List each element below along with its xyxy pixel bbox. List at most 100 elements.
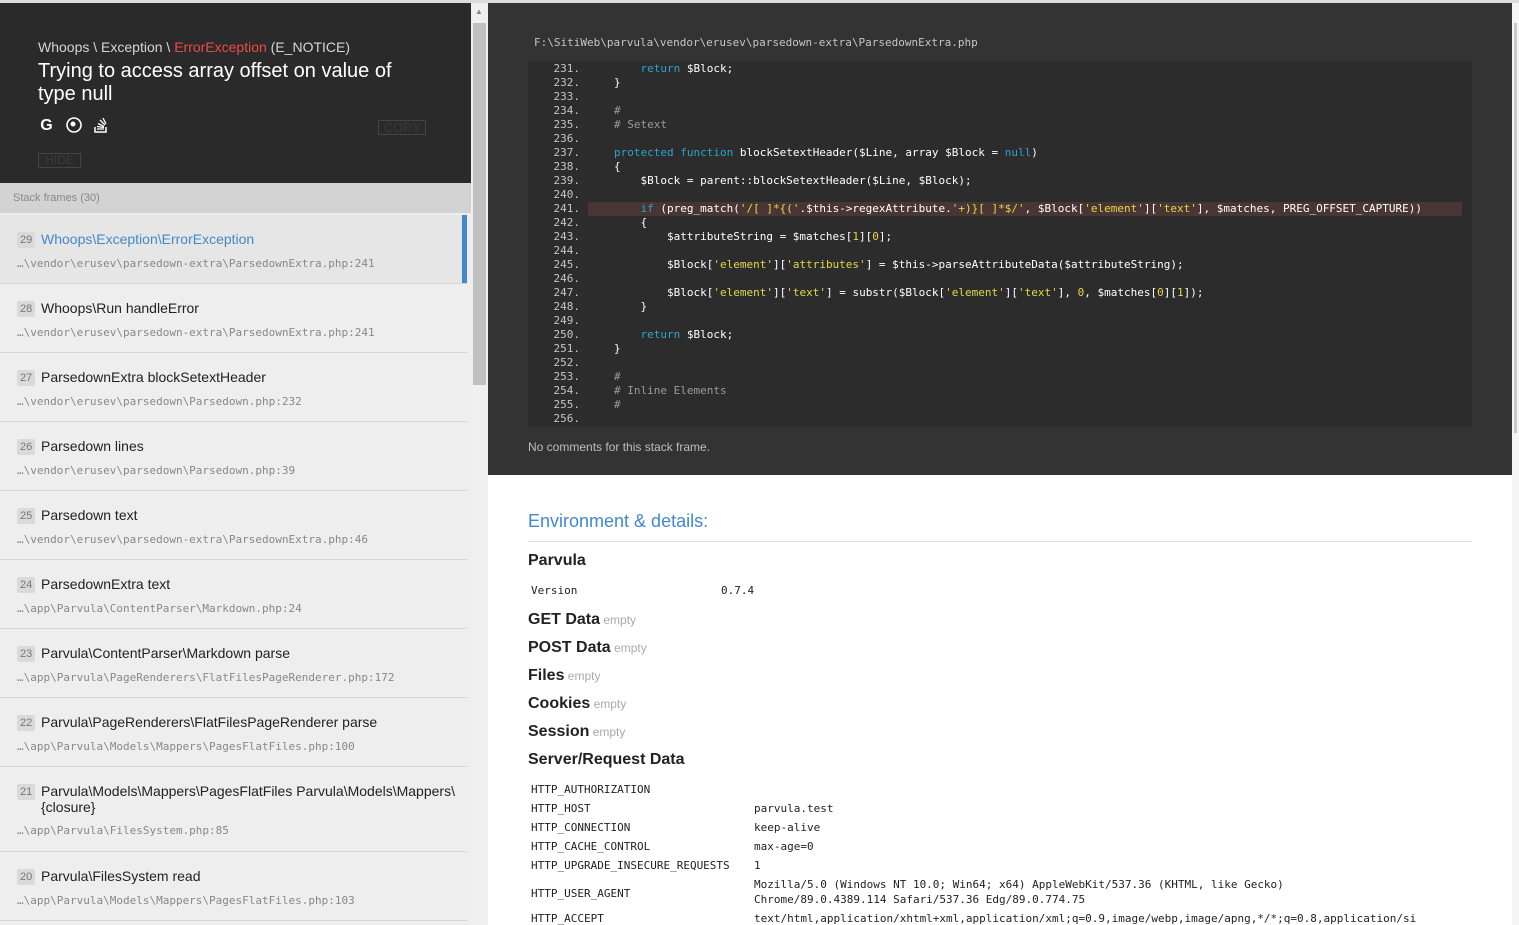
server-key: HTTP_HOST: [531, 802, 591, 815]
code-line: 256.: [528, 412, 1472, 426]
code-text: #: [614, 398, 621, 411]
frame-title: ParsedownExtra blockSetextHeader: [41, 369, 266, 385]
code-text: # Setext: [614, 118, 667, 131]
code-text: }: [614, 76, 621, 89]
code-viewer: 231. return $Block; 232.} 233. 234. #235. # S…: [528, 61, 1472, 427]
code-line: 255. #: [528, 398, 1472, 412]
frame-file: …\app\Parvula\Models\Mappers\PagesFlatFi…: [17, 894, 355, 907]
code-line: 246.: [528, 272, 1472, 286]
frame-number: 23: [17, 646, 36, 662]
line-number: 247.: [553, 286, 581, 299]
stackoverflow-icon[interactable]: [92, 117, 109, 134]
server-value: parvula.test: [754, 802, 834, 815]
frame-file: …\vendor\erusev\parsedown-extra\Parsedow…: [17, 257, 375, 270]
line-number: 246.: [553, 272, 581, 285]
empty-label: empty: [610, 641, 647, 655]
frame-title: Parsedown lines: [41, 438, 144, 454]
frame-title: Parvula\PageRenderers\FlatFilesPageRende…: [41, 714, 378, 730]
server-key: HTTP_AUTHORIZATION: [531, 783, 651, 796]
hide-button[interactable]: HIDE: [38, 153, 81, 168]
code-text: }: [614, 342, 621, 355]
code-text: {: [614, 216, 648, 229]
section-name: Session: [528, 723, 590, 740]
frame-title: Parvula\FilesSystem read: [41, 868, 201, 884]
frame-title: Parsedown text: [41, 507, 138, 523]
code-line: 238. {: [528, 160, 1472, 174]
copy-button[interactable]: COPY: [378, 120, 426, 135]
stack-frame[interactable]: 29 Whoops\Exception\ErrorException …\vendo…: [0, 215, 467, 284]
line-number: 251.: [553, 342, 581, 355]
code-text: {: [614, 160, 621, 173]
stack-frame[interactable]: 21 Parvula\Models\Mappers\PagesFlatFiles …: [0, 767, 467, 852]
line-number: 234.: [553, 104, 581, 117]
stack-frame[interactable]: 20 Parvula\FilesSystem read …\app\Parvula\…: [0, 852, 467, 921]
frame-file: …\app\Parvula\Models\Mappers\PagesFlatFi…: [17, 740, 355, 753]
version-value: 0.7.4: [721, 584, 755, 597]
section-name: GET Data: [528, 611, 601, 628]
stack-frame[interactable]: 24 ParsedownExtra text …\app\Parvula\Conte…: [0, 560, 467, 629]
google-icon[interactable]: G: [38, 117, 55, 134]
frame-file: …\app\Parvula\FilesSystem.php:85: [17, 824, 229, 837]
frame-title: ParsedownExtra text: [41, 576, 171, 592]
stack-frames-header: Stack frames (30): [0, 183, 471, 213]
code-text: $Block['element']['text'] = substr($Bloc…: [614, 286, 1204, 299]
code-text: #: [614, 370, 621, 383]
frame-file: …\app\Parvula\PageRenderers\FlatFilesPag…: [17, 671, 395, 684]
frame-number: 28: [17, 301, 36, 317]
environment-details: Environment & details: Parvula Version 0…: [488, 475, 1512, 925]
server-value: keep-alive: [754, 821, 821, 834]
code-text: $attributeString = $matches[1][0];: [614, 230, 893, 243]
line-number: 240.: [553, 188, 581, 201]
stack-frame[interactable]: 26 Parsedown lines …\vendor\erusev\parsedo…: [0, 422, 467, 491]
server-value: text/html,application/xhtml+xml,applicat…: [754, 912, 1417, 925]
scroll-thumb[interactable]: [473, 23, 486, 385]
left-panel-scrollbar[interactable]: ▲: [471, 3, 488, 925]
server-key: HTTP_UPGRADE_INSECURE_REQUESTS: [531, 859, 730, 872]
line-number: 237.: [553, 146, 581, 159]
duckduckgo-icon[interactable]: [65, 116, 82, 134]
frame-number: 21: [17, 784, 36, 800]
code-line: 242. {: [528, 216, 1472, 230]
stack-frame[interactable]: 25 Parsedown text …\vendor\erusev\parsedow…: [0, 491, 467, 560]
server-key: HTTP_USER_AGENT: [531, 887, 631, 900]
code-line: 234. #: [528, 104, 1472, 118]
file-path[interactable]: F:\SitiWeb\parvula\vendor\erusev\parsedo…: [534, 36, 978, 49]
code-text: }: [614, 300, 648, 313]
page-scroll-thumb[interactable]: [1514, 23, 1517, 433]
server-key: HTTP_CACHE_CONTROL: [531, 840, 651, 853]
code-text: $Block['element']['attributes'] = $this-…: [614, 258, 1184, 271]
app-name-heading: Parvula: [528, 552, 586, 569]
frame-number: 20: [17, 869, 36, 885]
server-value: max-age=0: [754, 840, 814, 853]
frame-file: …\vendor\erusev\parsedown\Parsedown.php:…: [17, 464, 296, 477]
exception-breadcrumb: Whoops \ Exception \ ErrorException (E_N…: [38, 39, 351, 55]
search-links: G: [38, 116, 109, 134]
code-line: 254. # Inline Elements: [528, 384, 1472, 398]
code-line: 245. $Block['element']['attributes'] = $…: [528, 258, 1472, 272]
env-title: Environment & details:: [528, 511, 709, 531]
stack-frame[interactable]: 27 ParsedownExtra blockSetextHeader …\vend…: [0, 353, 467, 422]
line-number: 231.: [553, 62, 581, 75]
page-scrollbar[interactable]: [1512, 3, 1519, 925]
frame-title: Whoops\Run handleError: [41, 300, 199, 316]
empty-label: empty: [590, 697, 627, 711]
code-text: protected function blockSetextHeader($Li…: [614, 146, 1038, 159]
frame-number: 26: [17, 439, 36, 455]
code-line: 235. # Setext: [528, 118, 1472, 132]
line-number: 253.: [553, 370, 581, 383]
line-number: 243.: [553, 230, 581, 243]
stack-frame[interactable]: 22 Parvula\PageRenderers\FlatFilesPageRen…: [0, 698, 467, 767]
stack-frame[interactable]: 28 Whoops\Run handleError …\vendor\erusev\…: [0, 284, 467, 353]
code-line: 240.: [528, 188, 1472, 202]
exception-message: Trying to access array offset on value o…: [38, 60, 392, 105]
line-number: 241.: [553, 202, 581, 215]
line-number: 242.: [553, 216, 581, 229]
scroll-up-arrow-icon[interactable]: ▲: [475, 7, 483, 16]
stack-frames-list: 29 Whoops\Exception\ErrorException …\vendo…: [0, 215, 467, 921]
line-number: 256.: [553, 412, 581, 425]
code-text: return $Block;: [640, 328, 734, 341]
line-number: 255.: [553, 398, 581, 411]
code-line: 232.}: [528, 76, 1472, 90]
frame-file: …\vendor\erusev\parsedown-extra\Parsedow…: [17, 533, 368, 546]
stack-frame[interactable]: 23 Parvula\ContentParser\Markdown parse …\…: [0, 629, 467, 698]
